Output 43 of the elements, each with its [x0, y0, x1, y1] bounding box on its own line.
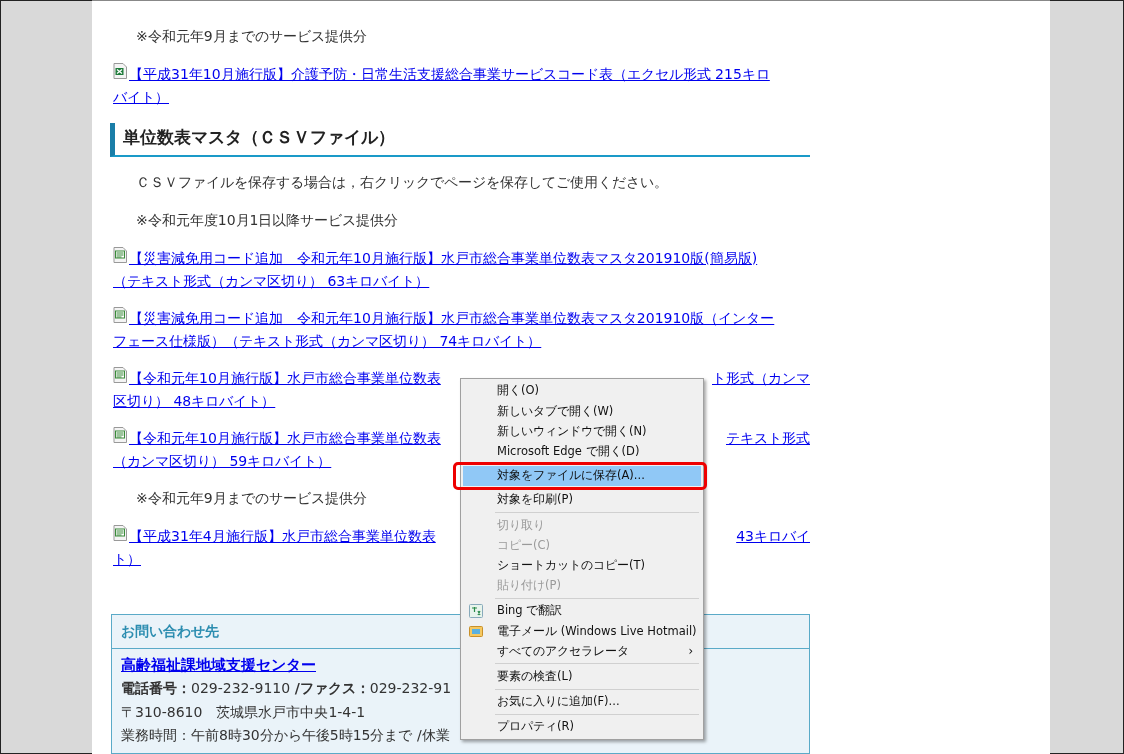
menu-item[interactable]: 要素の検査(L) [463, 666, 701, 687]
file-icon [113, 246, 127, 263]
download-link[interactable]: 【災害減免用コード追加 令和元年10月施行版】水戸市総合事業単位数表マスタ201910版（インター [129, 306, 775, 330]
menu-item[interactable]: 対象をファイルに保存(A)... [463, 465, 701, 486]
menu-item[interactable]: ショートカットのコピー(T) [463, 555, 701, 576]
menu-item[interactable]: プロパティ(R) [463, 716, 701, 737]
download-link[interactable]: 【平成31年4月施行版】水戸市総合事業単位数表 [129, 524, 436, 548]
hours-text: 業務時間：午前8時30分から午後5時15分まで /休業 [121, 726, 450, 745]
address-text: 〒310-8610 茨城県水戸市中央1-4-1 [121, 702, 366, 722]
phone-text: 電話番号：029-232-9110 /ファクス：029-232-91 [121, 679, 452, 698]
menu-item[interactable]: 開く(O) [463, 381, 701, 402]
menu-item[interactable]: 新しいウィンドウで開く(N) [463, 421, 701, 442]
translate-icon [469, 603, 483, 618]
menu-item[interactable]: 対象を印刷(P) [463, 489, 701, 511]
file-icon [113, 524, 127, 541]
download-link[interactable]: （テキスト形式（カンマ区切り） 63キロバイト） [113, 269, 430, 293]
menu-item[interactable]: 新しいタブで開く(W) [463, 401, 701, 422]
file-icon [113, 306, 127, 323]
menu-item[interactable]: 電子メール (Windows Live Hotmail) [463, 621, 701, 642]
section-heading: 単位数表マスタ（ＣＳＶファイル） [110, 123, 810, 157]
download-link[interactable]: バイト） [113, 86, 169, 109]
note-text: ※令和元年9月までのサービス提供分 [136, 488, 367, 508]
download-link[interactable]: ト） [113, 547, 141, 571]
download-link[interactable]: ト形式（カンマ [712, 366, 810, 390]
note-text: ※令和元年9月までのサービス提供分 [136, 27, 367, 46]
mail-icon [469, 624, 483, 639]
download-link[interactable]: 43キロバイ [736, 524, 810, 548]
download-link[interactable]: テキスト形式 [726, 426, 810, 450]
note-text: ＣＳＶファイルを保存する場合は，右クリックでページを保存してご使用ください。 [136, 172, 668, 192]
download-link[interactable]: 【令和元年10月施行版】水戸市総合事業単位数表 [129, 366, 441, 390]
file-icon [113, 366, 127, 383]
download-link[interactable]: 区切り） 48キロバイト） [113, 389, 276, 413]
menu-item[interactable]: Microsoft Edge で開く(D) [463, 441, 701, 462]
note-text: ※令和元年度10月1日以降サービス提供分 [136, 210, 399, 230]
download-link[interactable]: 【令和元年10月施行版】水戸市総合事業単位数表 [129, 426, 441, 450]
menu-item[interactable]: お気に入りに追加(F)... [463, 691, 701, 712]
file-icon [113, 63, 127, 79]
download-link[interactable]: 【平成31年10月施行版】介護予防・日常生活支援総合事業サービスコード表（エクセル形式 215キロ [129, 63, 770, 86]
download-link[interactable]: （カンマ区切り） 59キロバイト） [113, 449, 332, 473]
file-icon [113, 426, 127, 443]
download-link[interactable]: フェース仕様版）（テキスト形式（カンマ区切り） 74キロバイト） [113, 329, 542, 353]
download-link[interactable]: 【災害減免用コード追加 令和元年10月施行版】水戸市総合事業単位数表マスタ201910版(簡易版) [129, 246, 758, 270]
office-link[interactable]: 高齢福祉課地域支援センター [121, 655, 316, 674]
